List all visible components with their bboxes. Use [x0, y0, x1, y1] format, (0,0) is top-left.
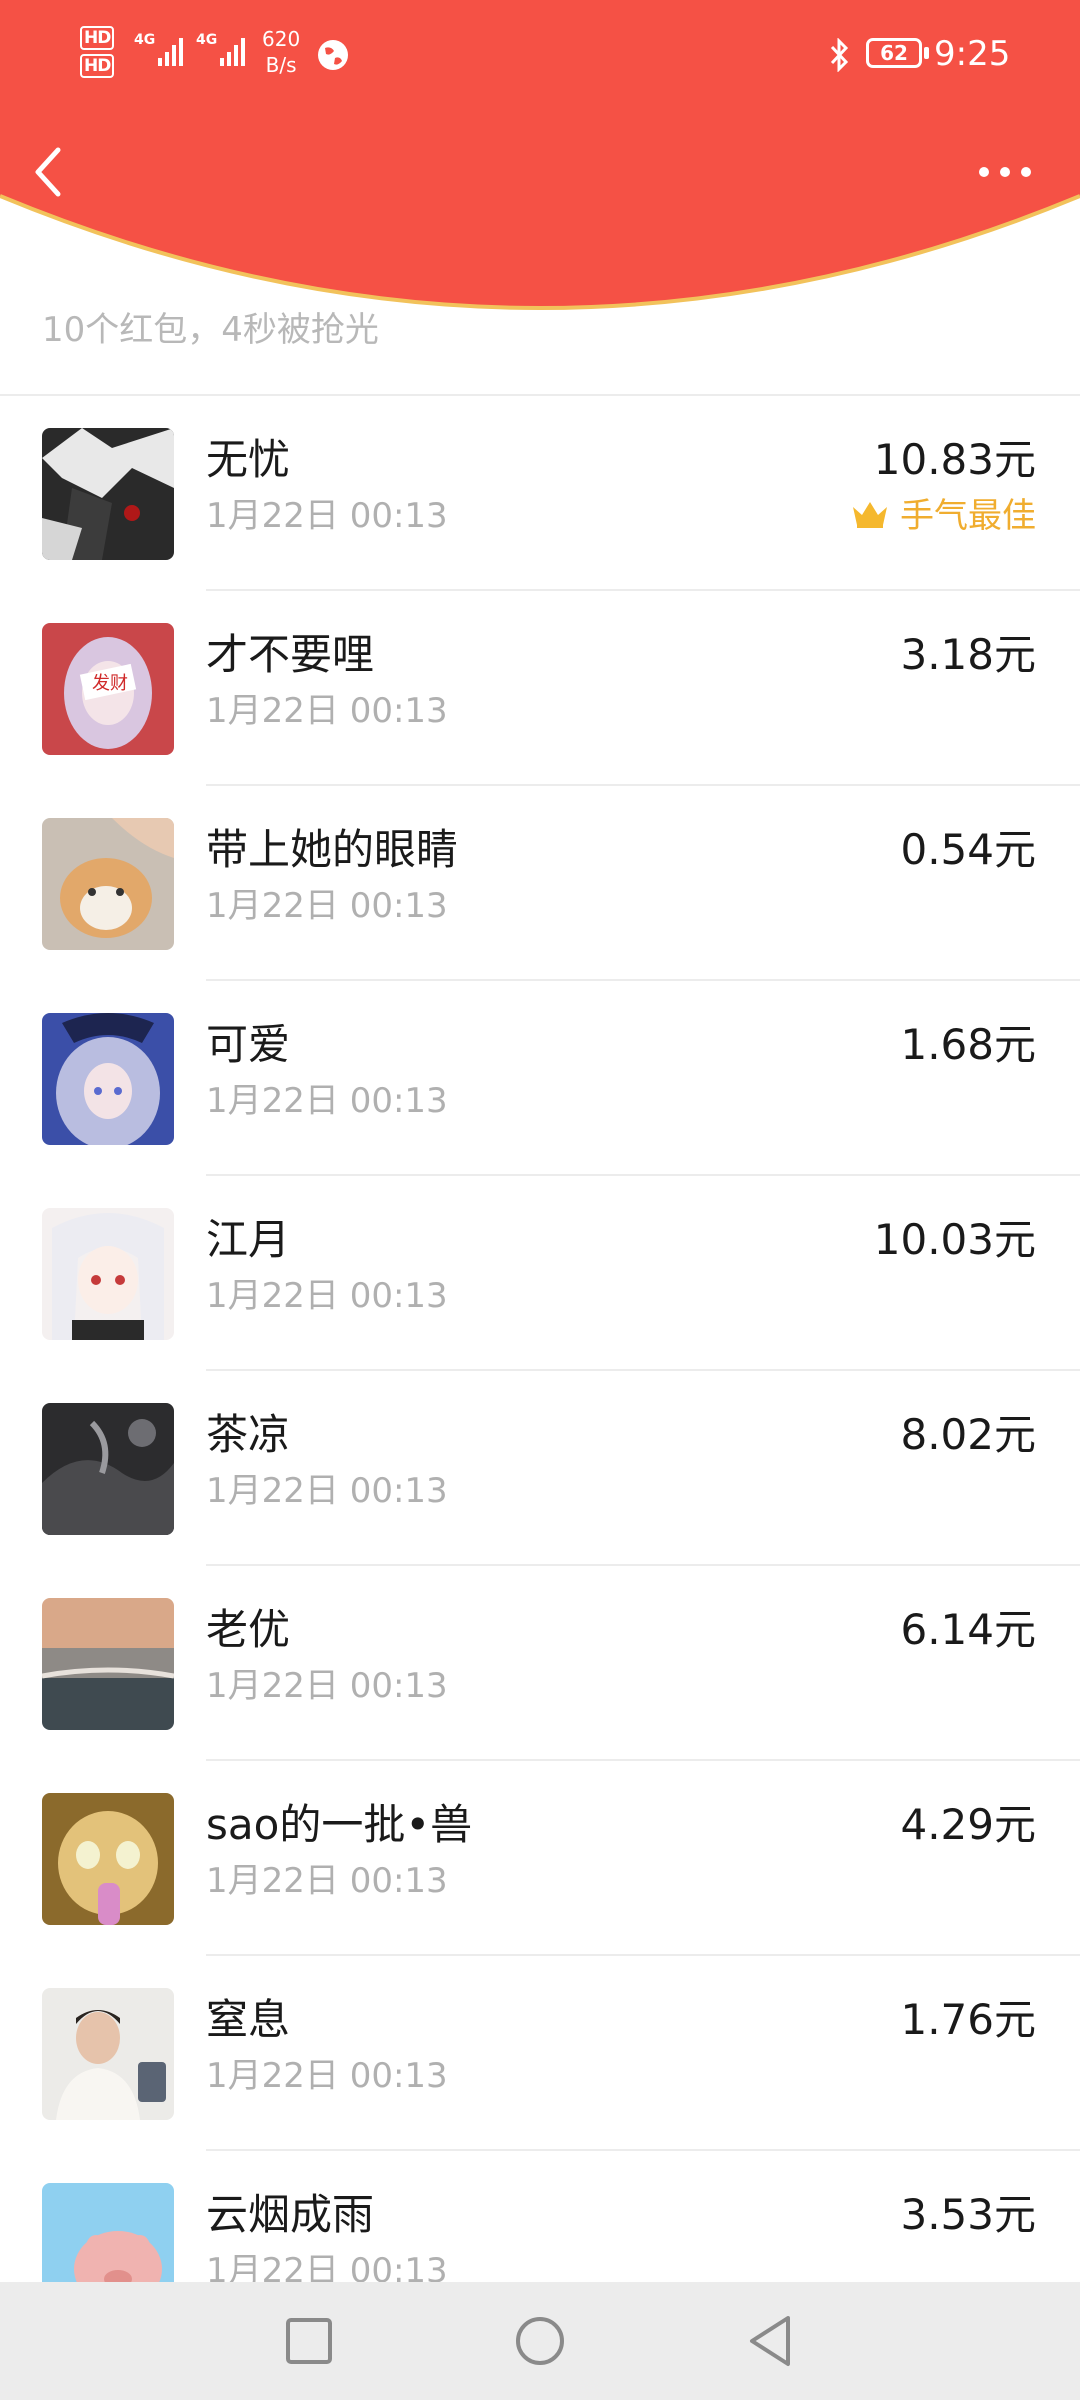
list-item[interactable]: 窒息 1月22日 00:13 1.76元 — [0, 1956, 1080, 2151]
globe-icon — [318, 40, 348, 70]
recipient-name: sao的一批•兽 — [206, 1800, 473, 1849]
triangle-back-icon[interactable] — [736, 2306, 806, 2376]
received-amount: 10.83元 — [873, 435, 1036, 484]
recipient-name: 窒息 — [206, 1995, 291, 2044]
network-type-1: 4G — [134, 32, 155, 48]
received-amount: 3.53元 — [900, 2190, 1036, 2239]
hd-badge-2: HD — [80, 54, 115, 78]
back-chevron-icon[interactable] — [26, 140, 72, 204]
receive-time: 1月22日 00:13 — [206, 1081, 448, 1121]
recipient-name: 江月 — [206, 1215, 291, 1264]
receive-time: 1月22日 00:13 — [206, 1471, 448, 1511]
avatar[interactable]: 发财 — [42, 623, 174, 755]
network-speed-value: 620 — [262, 27, 301, 51]
avatar[interactable] — [42, 1598, 174, 1730]
recipient-name: 无忧 — [206, 435, 291, 484]
receive-time: 1月22日 00:13 — [206, 1861, 448, 1901]
receive-time: 1月22日 00:13 — [206, 2056, 448, 2096]
recipient-name: 云烟成雨 — [206, 2190, 375, 2239]
svg-text:发财: 发财 — [92, 673, 128, 694]
received-amount: 8.02元 — [900, 1410, 1036, 1459]
avatar[interactable] — [42, 818, 174, 950]
recipient-name: 才不要哩 — [206, 630, 375, 679]
status-bar: HD HD 4G 4G 620 B/s 62 9:25 — [0, 0, 1080, 110]
best-luck-label: 手气最佳 — [900, 496, 1036, 536]
hd-indicators: HD HD — [80, 26, 115, 82]
network-speed: 620 B/s — [262, 26, 300, 78]
recipient-list[interactable]: 无忧 1月22日 00:13 10.83元 手气最佳 发财 才不要哩 1月22日… — [0, 396, 1080, 2346]
signal-icon-2: 4G — [196, 32, 245, 66]
list-item[interactable]: 带上她的眼睛 1月22日 00:13 0.54元 — [0, 786, 1080, 981]
recipient-name: 老优 — [206, 1605, 291, 1654]
signal-icon: 4G — [134, 32, 183, 66]
received-amount: 0.54元 — [900, 825, 1036, 874]
avatar[interactable] — [42, 1988, 174, 2120]
hd-badge-1: HD — [80, 26, 115, 50]
recipient-name: 茶凉 — [206, 1410, 291, 1459]
received-amount: 1.76元 — [900, 1995, 1036, 2044]
red-packet-header: HD HD 4G 4G 620 B/s 62 9:25 — [0, 0, 1080, 324]
list-item[interactable]: 老优 1月22日 00:13 6.14元 — [0, 1566, 1080, 1761]
avatar[interactable] — [42, 1013, 174, 1145]
bluetooth-icon — [830, 38, 849, 72]
recipient-name: 带上她的眼睛 — [206, 825, 459, 874]
more-dots-icon[interactable] — [970, 150, 1040, 194]
list-item[interactable]: 无忧 1月22日 00:13 10.83元 手气最佳 — [0, 396, 1080, 591]
list-item[interactable]: 江月 1月22日 00:13 10.03元 — [0, 1176, 1080, 1371]
received-amount: 1.68元 — [900, 1020, 1036, 1069]
avatar[interactable] — [42, 1793, 174, 1925]
received-amount: 6.14元 — [900, 1605, 1036, 1654]
receive-time: 1月22日 00:13 — [206, 1666, 448, 1706]
crown-icon — [853, 502, 887, 528]
avatar[interactable] — [42, 428, 174, 560]
list-item[interactable]: 可爱 1月22日 00:13 1.68元 — [0, 981, 1080, 1176]
receive-time: 1月22日 00:13 — [206, 691, 448, 731]
network-speed-unit: B/s — [265, 53, 297, 77]
received-amount: 10.03元 — [873, 1215, 1036, 1264]
battery-indicator: 62 — [866, 38, 929, 68]
list-item[interactable]: 发财 才不要哩 1月22日 00:13 3.18元 — [0, 591, 1080, 786]
square-recents-icon[interactable] — [274, 2306, 344, 2376]
list-item[interactable]: sao的一批•兽 1月22日 00:13 4.29元 — [0, 1761, 1080, 1956]
circle-home-icon[interactable] — [505, 2306, 575, 2376]
system-navigation-bar — [0, 2282, 1080, 2400]
list-item[interactable]: 茶凉 1月22日 00:13 8.02元 — [0, 1371, 1080, 1566]
receive-time: 1月22日 00:13 — [206, 886, 448, 926]
receive-time: 1月22日 00:13 — [206, 496, 448, 536]
recipient-name: 可爱 — [206, 1020, 291, 1069]
network-type-2: 4G — [196, 32, 217, 48]
received-amount: 3.18元 — [900, 630, 1036, 679]
receive-time: 1月22日 00:13 — [206, 1276, 448, 1316]
avatar[interactable] — [42, 1208, 174, 1340]
clock: 9:25 — [934, 34, 1011, 74]
received-amount: 4.29元 — [900, 1800, 1036, 1849]
avatar[interactable] — [42, 1403, 174, 1535]
best-luck-badge: 手气最佳 — [850, 494, 1036, 538]
